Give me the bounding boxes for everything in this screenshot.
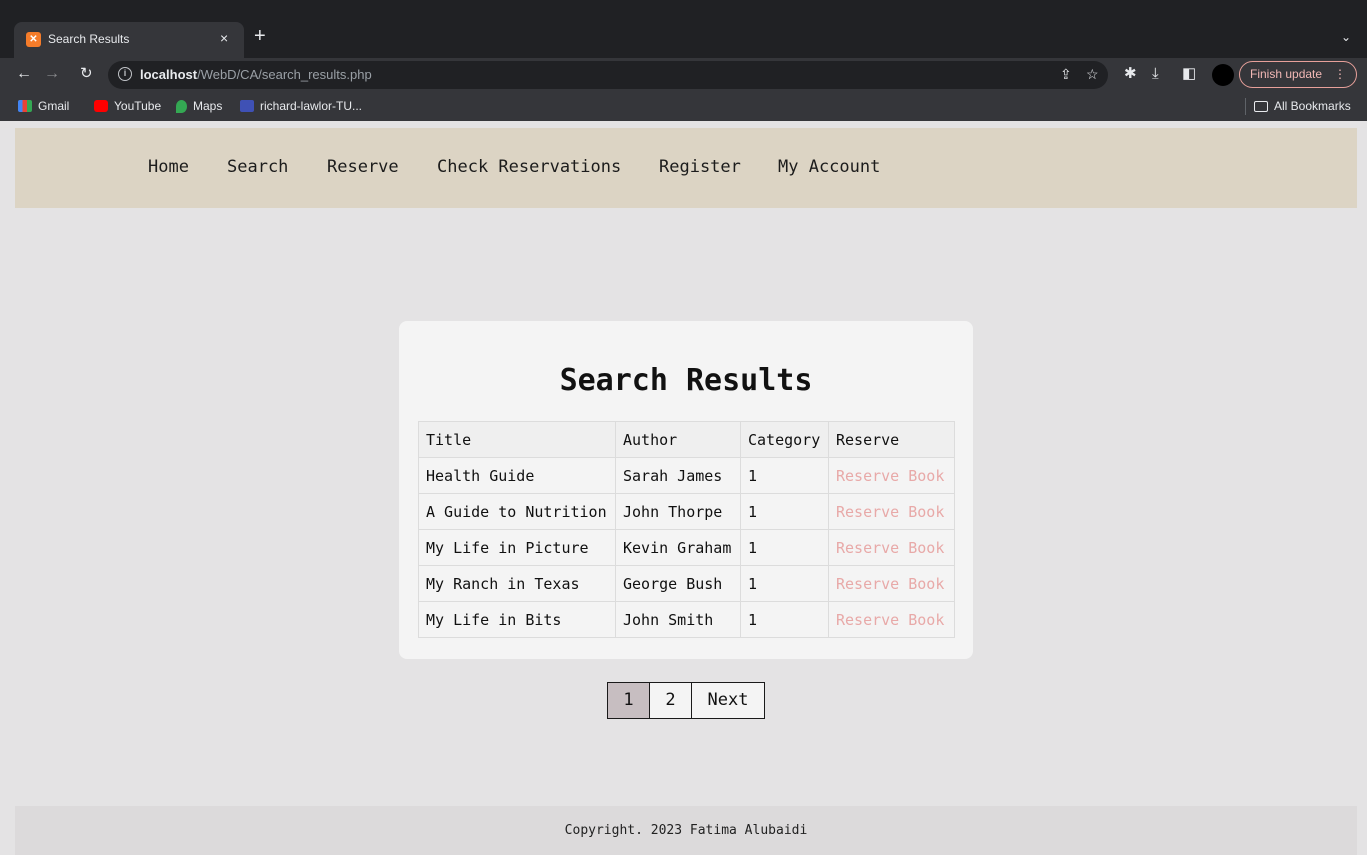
folder-icon [1254, 100, 1268, 112]
browser-toolbar: ← → ↻ i localhost/WebD/CA/search_results… [0, 58, 1367, 92]
page-viewport: Home Search Reserve Check Reservations R… [0, 121, 1367, 855]
page-title: Search Results [559, 363, 813, 398]
column-header-category: Category [740, 421, 829, 458]
cell-author: George Bush [615, 565, 741, 602]
share-icon[interactable]: ⇪ [1060, 66, 1072, 83]
cell-category: 1 [740, 601, 829, 638]
new-tab-icon[interactable]: + [254, 26, 266, 46]
cell-author: Kevin Graham [615, 529, 741, 566]
cell-title: My Life in Picture [418, 529, 616, 566]
cell-reserve: Reserve Book [828, 529, 955, 566]
nav-search[interactable]: Search [227, 157, 288, 177]
cell-category: 1 [740, 529, 829, 566]
cell-title: My Ranch in Texas [418, 565, 616, 602]
results-table: Title Author Category Reserve Health Gui… [418, 421, 955, 638]
kebab-menu-icon[interactable]: ⋮ [1334, 62, 1346, 87]
column-header-author: Author [615, 421, 741, 458]
reserve-book-link[interactable]: Reserve Book [836, 611, 944, 629]
site-info-icon[interactable]: i [118, 67, 132, 81]
profile-avatar[interactable] [1212, 64, 1234, 86]
table-row: My Life in Bits John Smith 1 Reserve Boo… [418, 601, 955, 638]
page-footer: Copyright. 2023 Fatima Alubaidi [15, 806, 1357, 855]
cell-reserve: Reserve Book [828, 565, 955, 602]
cell-reserve: Reserve Book [828, 457, 955, 494]
back-arrow-icon[interactable]: ← [16, 64, 32, 84]
page-1-button[interactable]: 1 [608, 683, 650, 718]
bookmark-icon [240, 100, 254, 112]
table-row: Health Guide Sarah James 1 Reserve Book [418, 457, 955, 494]
cell-title: Health Guide [418, 457, 616, 494]
search-results-card: Search Results Title Author Category Res… [399, 321, 973, 659]
cell-category: 1 [740, 565, 829, 602]
site-navbar: Home Search Reserve Check Reservations R… [15, 128, 1357, 208]
extensions-puzzle-icon[interactable]: ✱ [1124, 65, 1137, 83]
table-row: A Guide to Nutrition John Thorpe 1 Reser… [418, 493, 955, 530]
nav-check-reservations[interactable]: Check Reservations [437, 157, 621, 177]
reserve-book-link[interactable]: Reserve Book [836, 467, 944, 485]
cell-author: John Smith [615, 601, 741, 638]
browser-chrome: ✕ Search Results × + ⌄ ← → ↻ i localhost… [0, 0, 1367, 121]
tab-search-chevron-icon[interactable]: ⌄ [1341, 30, 1351, 44]
cell-author: John Thorpe [615, 493, 741, 530]
cell-category: 1 [740, 457, 829, 494]
address-bar[interactable]: i localhost/WebD/CA/search_results.php ⇪… [108, 61, 1108, 89]
forward-arrow-icon[interactable]: → [44, 64, 60, 84]
cell-category: 1 [740, 493, 829, 530]
tab-close-icon[interactable]: × [220, 30, 228, 46]
tab-strip: ✕ Search Results × + ⌄ [0, 12, 1367, 58]
table-row: My Ranch in Texas George Bush 1 Reserve … [418, 565, 955, 602]
bookmark-star-icon[interactable]: ☆ [1086, 66, 1099, 83]
all-bookmarks-button[interactable]: All Bookmarks [1254, 99, 1351, 113]
bookmarks-divider [1245, 98, 1246, 115]
reserve-book-link[interactable]: Reserve Book [836, 539, 944, 557]
pagination: 1 2 Next [607, 682, 765, 719]
nav-reserve[interactable]: Reserve [327, 157, 399, 177]
bookmark-richard-lawlor[interactable]: richard-lawlor-TU... [240, 99, 362, 113]
url-text[interactable]: localhost/WebD/CA/search_results.php [140, 67, 372, 82]
table-row: My Life in Picture Kevin Graham 1 Reserv… [418, 529, 955, 566]
browser-tab[interactable]: ✕ Search Results × [14, 22, 244, 58]
cell-reserve: Reserve Book [828, 493, 955, 530]
download-icon[interactable]: ⤓ [1152, 65, 1159, 83]
bookmark-maps[interactable]: Maps [176, 99, 222, 113]
side-panel-icon[interactable]: ◧ [1182, 65, 1196, 83]
cell-reserve: Reserve Book [828, 601, 955, 638]
cell-author: Sarah James [615, 457, 741, 494]
nav-register[interactable]: Register [659, 157, 741, 177]
bookmark-youtube[interactable]: YouTube [94, 99, 161, 113]
tab-title: Search Results [48, 32, 130, 46]
finish-update-button[interactable]: Finish update ⋮ [1239, 61, 1357, 88]
nav-my-account[interactable]: My Account [778, 157, 880, 177]
table-header-row: Title Author Category Reserve [418, 421, 955, 458]
cell-title: A Guide to Nutrition [418, 493, 616, 530]
bookmark-gmail[interactable]: Gmail [18, 99, 69, 113]
next-page-button[interactable]: Next [692, 683, 764, 718]
gmail-icon [18, 100, 32, 112]
reserve-book-link[interactable]: Reserve Book [836, 503, 944, 521]
reload-icon[interactable]: ↻ [80, 64, 93, 84]
cell-title: My Life in Bits [418, 601, 616, 638]
maps-icon [176, 99, 187, 113]
bookmarks-bar: Gmail YouTube Maps richard-lawlor-TU... … [0, 92, 1367, 121]
page-2-button[interactable]: 2 [650, 683, 692, 718]
column-header-reserve: Reserve [828, 421, 955, 458]
youtube-icon [94, 100, 108, 112]
page-body: Home Search Reserve Check Reservations R… [15, 121, 1357, 855]
column-header-title: Title [418, 421, 616, 458]
reserve-book-link[interactable]: Reserve Book [836, 575, 944, 593]
xampp-favicon-icon: ✕ [26, 32, 41, 47]
nav-home[interactable]: Home [148, 157, 189, 177]
